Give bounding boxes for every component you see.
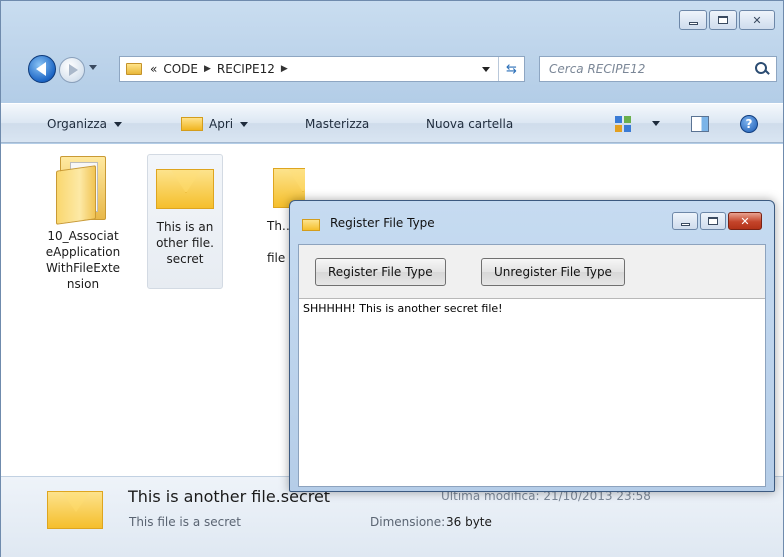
burn-label: Masterizza: [305, 117, 370, 131]
open-menu[interactable]: Apri: [181, 117, 249, 131]
minimize-icon: [680, 222, 690, 226]
refresh-icon: ⇆: [506, 61, 517, 77]
folder-icon: [56, 154, 110, 225]
close-icon: ✕: [752, 13, 762, 27]
forward-arrow-icon: [68, 64, 78, 76]
search-icon[interactable]: [752, 59, 772, 79]
dialog-caption-buttons: ✕: [672, 212, 762, 230]
open-label: Apri: [209, 117, 234, 131]
envelope-icon: [47, 491, 103, 529]
unregister-file-type-button[interactable]: Unregister File Type: [481, 258, 625, 286]
chevron-down-icon: [240, 121, 249, 127]
envelope-icon: [156, 169, 214, 209]
envelope-icon: [181, 117, 203, 131]
navigation-bar: « CODE ▶ RECIPE12 ▶ ⇆ Cerca RECIPE12: [1, 52, 783, 86]
register-file-type-dialog: Register File Type ✕ Register File Type …: [289, 200, 775, 492]
envelope-icon: [302, 219, 320, 231]
preview-pane-icon[interactable]: [691, 116, 709, 132]
maximize-icon: [708, 217, 718, 225]
breadcrumb-code[interactable]: CODE: [163, 62, 198, 76]
new-folder-label: Nuova cartella: [426, 117, 514, 131]
details-file-type: This file is a secret: [129, 515, 241, 529]
file-item-folder[interactable]: 10_AssociateApplicationWithFileExtension: [45, 152, 121, 292]
new-folder-button[interactable]: Nuova cartella: [426, 117, 513, 131]
file-item-secret[interactable]: This is another file.secret: [147, 154, 223, 289]
dialog-maximize-button[interactable]: [700, 212, 726, 230]
window-caption-buttons: ✕: [679, 10, 775, 30]
details-size-value: 36 byte: [446, 515, 492, 529]
recent-pages-dropdown[interactable]: [89, 65, 97, 70]
register-file-type-button[interactable]: Register File Type: [315, 258, 446, 286]
folder-icon: [126, 63, 142, 75]
file-label: This is another file.secret: [156, 220, 214, 266]
back-arrow-icon: [36, 62, 46, 76]
dialog-minimize-button[interactable]: [672, 212, 698, 230]
refresh-button[interactable]: ⇆: [498, 57, 524, 81]
file-label: 10_AssociateApplicationWithFileExtension: [45, 229, 121, 291]
search-box[interactable]: Cerca RECIPE12: [539, 56, 777, 82]
close-icon: ✕: [740, 214, 750, 228]
command-bar: Organizza Apri Masterizza Nuova cartella…: [1, 103, 783, 143]
minimize-button[interactable]: [679, 10, 707, 30]
change-view-icon[interactable]: [615, 116, 631, 132]
dialog-title: Register File Type: [330, 216, 435, 230]
breadcrumb-separator-icon[interactable]: ▶: [281, 64, 288, 74]
maximize-icon: [718, 16, 728, 24]
details-size-label: Dimensione:: [370, 515, 446, 529]
organize-label: Organizza: [47, 117, 108, 131]
breadcrumb-recipe12[interactable]: RECIPE12: [217, 62, 275, 76]
close-button[interactable]: ✕: [739, 10, 775, 30]
view-dropdown[interactable]: [652, 121, 660, 126]
chevron-down-icon: [114, 121, 123, 127]
burn-button[interactable]: Masterizza: [305, 117, 369, 131]
dialog-close-button[interactable]: ✕: [728, 212, 762, 230]
help-icon[interactable]: ?: [740, 115, 758, 133]
search-input[interactable]: Cerca RECIPE12: [549, 62, 752, 76]
chevron-down-icon: [652, 121, 660, 126]
breadcrumb-separator-icon[interactable]: ▶: [204, 64, 211, 74]
explorer-window: ✕ « CODE ▶ RECIPE12 ▶ ⇆ Cerca RECIPE12 O…: [0, 0, 784, 557]
maximize-button[interactable]: [709, 10, 737, 30]
organize-menu[interactable]: Organizza: [47, 117, 123, 131]
dialog-client-area: Register File Type Unregister File Type …: [298, 244, 766, 487]
back-button[interactable]: [28, 55, 56, 83]
address-dropdown-icon[interactable]: [482, 67, 490, 72]
forward-button[interactable]: [59, 57, 85, 83]
file-content-textbox[interactable]: SHHHHH! This is another secret file!: [299, 298, 765, 486]
address-bar[interactable]: « CODE ▶ RECIPE12 ▶ ⇆: [119, 56, 525, 82]
minimize-icon: [688, 21, 698, 25]
breadcrumb-overflow[interactable]: «: [150, 62, 157, 76]
